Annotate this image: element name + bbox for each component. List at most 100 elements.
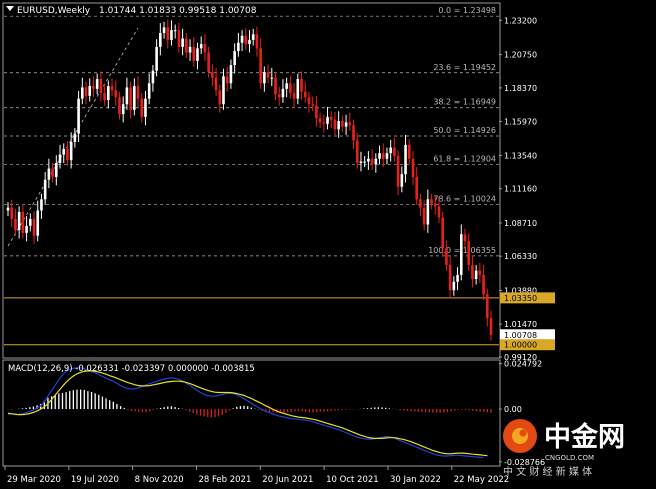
candle[interactable] — [58, 144, 62, 169]
candle[interactable] — [99, 71, 103, 102]
candle[interactable] — [240, 30, 244, 52]
candle[interactable] — [348, 112, 352, 131]
candle[interactable] — [84, 81, 88, 105]
candle[interactable] — [363, 155, 366, 168]
candle[interactable] — [329, 111, 333, 129]
candle[interactable] — [92, 76, 95, 98]
candle[interactable] — [77, 90, 80, 142]
candle[interactable] — [21, 204, 25, 239]
candle[interactable] — [289, 75, 292, 99]
candle[interactable] — [103, 83, 106, 106]
candle[interactable] — [159, 23, 162, 56]
candle[interactable] — [199, 36, 203, 54]
candle[interactable] — [285, 77, 288, 98]
candle[interactable] — [233, 43, 236, 74]
candle[interactable] — [266, 64, 270, 84]
candle[interactable] — [125, 77, 129, 110]
candle[interactable] — [10, 200, 14, 228]
candle[interactable] — [478, 262, 482, 284]
candle[interactable] — [43, 172, 47, 205]
candle[interactable] — [415, 167, 418, 205]
candle[interactable] — [88, 78, 92, 102]
candle[interactable] — [474, 265, 478, 285]
candle[interactable] — [341, 115, 344, 133]
candle[interactable] — [214, 67, 218, 96]
candle[interactable] — [456, 267, 459, 291]
candle[interactable] — [55, 155, 58, 186]
candle[interactable] — [281, 79, 285, 103]
candle[interactable] — [155, 39, 158, 77]
candle[interactable] — [452, 276, 456, 296]
candle[interactable] — [192, 37, 196, 67]
candle[interactable] — [107, 80, 110, 109]
candle[interactable] — [448, 255, 452, 299]
candle[interactable] — [485, 288, 489, 327]
candle[interactable] — [222, 68, 225, 110]
candle[interactable] — [419, 193, 422, 217]
candle[interactable] — [173, 24, 177, 39]
dashed-trend-line[interactable] — [7, 27, 139, 247]
candle[interactable] — [118, 91, 121, 120]
candle[interactable] — [17, 206, 21, 239]
candle[interactable] — [296, 73, 300, 105]
candle[interactable] — [185, 32, 188, 59]
candle[interactable] — [270, 67, 274, 87]
candle[interactable] — [237, 32, 240, 57]
candle[interactable] — [322, 114, 326, 133]
candle[interactable] — [229, 59, 233, 89]
candle[interactable] — [411, 151, 415, 186]
candle[interactable] — [459, 224, 463, 281]
candle[interactable] — [404, 134, 407, 183]
candle[interactable] — [144, 90, 147, 126]
candle[interactable] — [303, 81, 307, 103]
candle[interactable] — [6, 202, 10, 217]
candle[interactable] — [114, 80, 118, 106]
candle[interactable] — [129, 81, 132, 119]
candle[interactable] — [25, 216, 28, 242]
candle[interactable] — [352, 119, 355, 149]
candle[interactable] — [248, 30, 251, 53]
candle[interactable] — [259, 38, 262, 89]
candle[interactable] — [73, 128, 77, 148]
candle[interactable] — [315, 95, 318, 127]
candle[interactable] — [400, 166, 404, 193]
candle[interactable] — [162, 21, 166, 39]
candle[interactable] — [263, 66, 266, 92]
candle[interactable] — [36, 200, 40, 242]
candle[interactable] — [95, 73, 99, 95]
candle[interactable] — [389, 139, 392, 162]
candle[interactable] — [385, 147, 389, 165]
candle[interactable] — [136, 76, 140, 108]
candle[interactable] — [211, 64, 214, 87]
candle[interactable] — [367, 151, 370, 170]
candle[interactable] — [47, 158, 51, 189]
candle[interactable] — [51, 162, 54, 183]
candle[interactable] — [151, 65, 155, 92]
candle[interactable] — [133, 78, 136, 116]
macd-signal-line[interactable] — [7, 370, 488, 457]
candle[interactable] — [337, 111, 340, 138]
candle[interactable] — [166, 19, 170, 49]
candle[interactable] — [147, 73, 151, 105]
candle[interactable] — [218, 84, 222, 113]
candle[interactable] — [277, 86, 281, 106]
candle[interactable] — [370, 148, 374, 170]
candle[interactable] — [378, 145, 381, 165]
symbol-dropdown-icon[interactable] — [6, 6, 14, 11]
candle[interactable] — [203, 34, 207, 61]
candle[interactable] — [393, 137, 396, 162]
candle[interactable] — [181, 28, 184, 56]
candle[interactable] — [307, 91, 311, 113]
candle[interactable] — [374, 153, 378, 173]
candle[interactable] — [62, 143, 66, 163]
candle[interactable] — [482, 265, 485, 300]
candle[interactable] — [251, 28, 255, 46]
candle[interactable] — [292, 83, 296, 108]
candle[interactable] — [196, 42, 199, 70]
candlestick-series[interactable] — [6, 19, 493, 341]
candle[interactable] — [407, 139, 411, 165]
candle[interactable] — [467, 233, 471, 271]
candle[interactable] — [188, 39, 192, 61]
candle[interactable] — [110, 78, 114, 96]
candle[interactable] — [326, 107, 329, 130]
